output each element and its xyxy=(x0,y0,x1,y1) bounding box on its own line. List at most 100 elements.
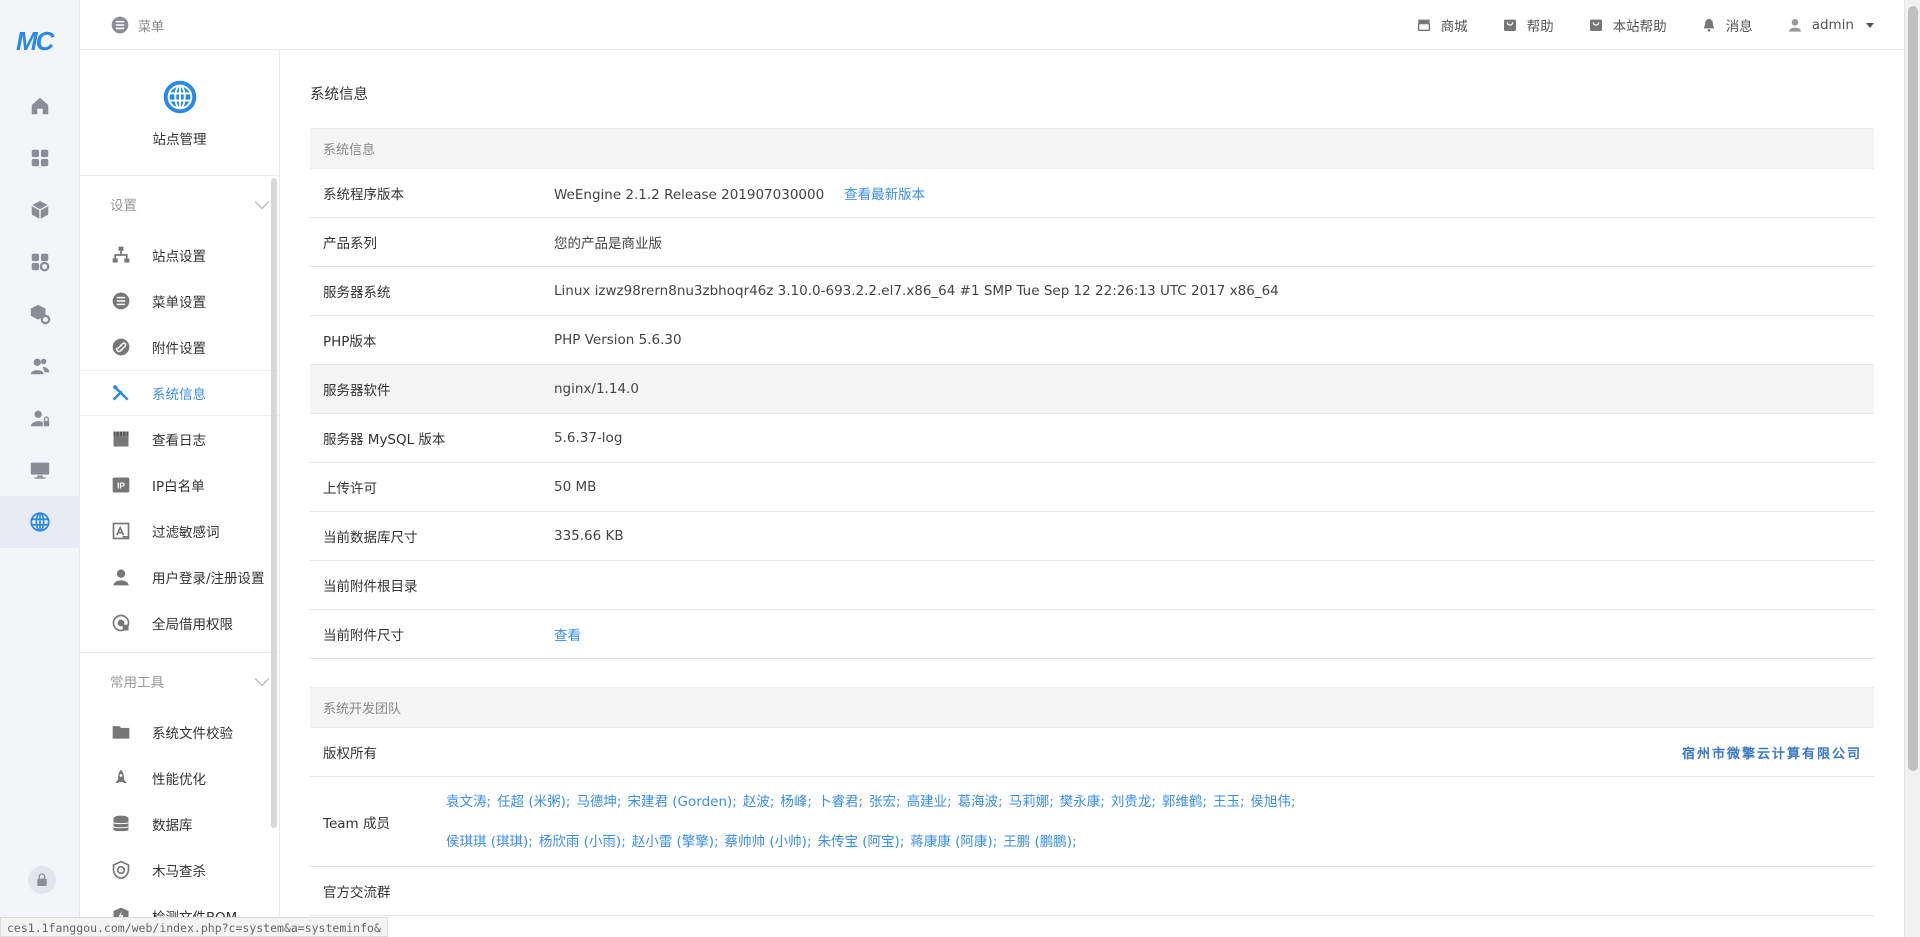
team-member-link[interactable]: 樊永康; xyxy=(1060,794,1105,810)
globe-icon[interactable] xyxy=(0,496,80,548)
sidebar-item-system-info[interactable]: 系统信息 xyxy=(80,370,279,416)
copyright-row: 版权所有 宿州市微擎云计算有限公司 xyxy=(310,728,1874,777)
user-lock-icon[interactable] xyxy=(0,392,80,444)
lock-icon[interactable] xyxy=(28,866,56,894)
team-member-link[interactable]: 高建业; xyxy=(907,794,952,810)
info-row-mysql: 服务器 MySQL 版本 5.6.37-log xyxy=(310,414,1874,463)
sidebar-item-menu-settings[interactable]: 菜单设置 xyxy=(80,278,279,324)
team-member-link[interactable]: 马德坤; xyxy=(576,794,621,810)
app-logo[interactable]: MC xyxy=(16,26,54,57)
info-key: 系统程序版本 xyxy=(323,187,404,203)
sidebar-item-ip-whitelist[interactable]: IP IP白名单 xyxy=(80,462,279,508)
sidebar-item-label: 用户登录/注册设置 xyxy=(152,571,265,587)
info-key: 产品系列 xyxy=(323,236,377,252)
nav-messages[interactable]: 消息 xyxy=(1701,15,1753,35)
nav-site-help-label: 本站帮助 xyxy=(1612,19,1667,35)
page-scrollbar[interactable] xyxy=(1904,0,1920,937)
info-key: 服务器 MySQL 版本 xyxy=(323,432,446,448)
team-member-link[interactable]: 袁文涛; xyxy=(446,794,491,810)
team-member-link[interactable]: 赵波; xyxy=(743,794,775,810)
team-member-link[interactable]: 朱传宝 (阿宝); xyxy=(818,834,905,850)
site-header: 站点管理 xyxy=(80,50,279,176)
sidebar-item-performance[interactable]: 性能优化 xyxy=(80,755,279,801)
team-member-link[interactable]: 蒋康康 (阿康); xyxy=(910,834,997,850)
team-member-link[interactable]: 刘贵龙; xyxy=(1111,794,1156,810)
team-member-link[interactable]: 张宏; xyxy=(869,794,901,810)
monitor-icon[interactable] xyxy=(0,444,80,496)
view-attachment-size-link[interactable]: 查看 xyxy=(554,628,581,644)
cube-icon[interactable] xyxy=(0,184,80,236)
team-member-link[interactable]: 任超 (米粥); xyxy=(497,794,570,810)
team-member-link[interactable]: 马莉娜; xyxy=(1009,794,1054,810)
info-row-server-os: 服务器系统 Linux izwz98rern8nu3zbhoqr46z 3.10… xyxy=(310,267,1874,316)
shield-scan-icon xyxy=(110,859,132,881)
module-settings-icon[interactable] xyxy=(0,288,80,340)
menu-list-icon xyxy=(111,16,129,34)
info-key: 服务器系统 xyxy=(323,285,391,301)
sidebar-item-attachment-settings[interactable]: 附件设置 xyxy=(80,324,279,370)
sidebar-scrollbar[interactable] xyxy=(271,178,277,828)
team-member-link[interactable]: 侯琪琪 (琪琪); xyxy=(446,834,533,850)
members-line: 袁文涛; 任超 (米粥); 马德坤; 宋建君 (Gorden); 赵波; 杨峰; 卜睿君; 张… xyxy=(446,782,1874,822)
svg-text:IP: IP xyxy=(117,480,125,490)
nav-store-label: 商城 xyxy=(1440,19,1468,35)
sidebar-item-label: IP白名单 xyxy=(152,479,205,495)
home-icon[interactable] xyxy=(0,80,80,132)
company-link[interactable]: 宿州市微擎云计算有限公司 xyxy=(1682,743,1862,762)
page-scrollbar-thumb[interactable] xyxy=(1908,6,1918,771)
team-label: Team 成员 xyxy=(323,815,390,832)
sidebar-item-trojan-scan[interactable]: 木马查杀 xyxy=(80,847,279,893)
sidebar-item-file-check[interactable]: 系统文件校验 xyxy=(80,709,279,755)
menu-toggle[interactable]: 菜单 xyxy=(110,15,164,35)
sidebar-item-filter-words[interactable]: 过滤敏感词 xyxy=(80,508,279,554)
sidebar-item-label: 菜单设置 xyxy=(152,295,206,311)
team-member-link[interactable]: 赵小雷 (擎擎); xyxy=(632,834,719,850)
tools-icon xyxy=(110,382,132,404)
info-row-upload-limit: 上传许可 50 MB xyxy=(310,463,1874,512)
sidebar-item-user-login-settings[interactable]: 用户登录/注册设置 xyxy=(80,554,279,600)
site-title: 站点管理 xyxy=(152,132,207,148)
team-member-link[interactable]: 葛海波; xyxy=(958,794,1003,810)
ip-icon: IP xyxy=(110,474,132,496)
info-row-attach-size: 当前附件尺寸 查看 xyxy=(310,610,1874,659)
list-icon xyxy=(110,290,132,312)
nav-store[interactable]: 商城 xyxy=(1416,15,1468,35)
info-row-php: PHP版本 PHP Version 5.6.30 xyxy=(310,316,1874,365)
sidebar-item-global-permission[interactable]: 全局借用权限 xyxy=(80,600,279,646)
apps-settings-icon[interactable] xyxy=(0,236,80,288)
system-info-panel: 系统信息 系统程序版本 WeEngine 2.1.2 Release 20190… xyxy=(310,128,1874,659)
team-member-link[interactable]: 卜睿君; xyxy=(818,794,863,810)
user-menu[interactable]: admin xyxy=(1787,17,1874,33)
team-member-link[interactable]: 杨峰; xyxy=(780,794,812,810)
apps-icon[interactable] xyxy=(0,132,80,184)
page-title: 系统信息 xyxy=(310,87,368,103)
team-member-link[interactable]: 杨欣雨 (小雨); xyxy=(539,834,626,850)
sidebar-item-label: 查看日志 xyxy=(152,433,206,449)
info-value: WeEngine 2.1.2 Release 201907030000 xyxy=(554,187,825,203)
info-key: 上传许可 xyxy=(323,481,377,497)
team-member-link[interactable]: 王鹏 (鹏鹏); xyxy=(1003,834,1076,850)
team-member-link[interactable]: 王玉; xyxy=(1213,794,1245,810)
team-member-link[interactable]: 郭维鹤; xyxy=(1162,794,1207,810)
nav-help[interactable]: 帮助 xyxy=(1502,15,1554,35)
help-bag-icon xyxy=(1503,19,1516,31)
sitemap-icon xyxy=(110,244,132,266)
team-member-link[interactable]: 侯旭伟; xyxy=(1251,794,1296,810)
team-member-link[interactable]: 蔡帅帅 (小帅); xyxy=(725,834,812,850)
section-settings-label: 设置 xyxy=(110,198,137,214)
nav-site-help[interactable]: 本站帮助 xyxy=(1588,15,1667,35)
check-latest-version-link[interactable]: 查看最新版本 xyxy=(844,187,925,203)
sidebar-item-database[interactable]: 数据库 xyxy=(80,801,279,847)
folder-icon xyxy=(110,721,132,743)
top-nav: 商城 帮助 本站帮助 消息 admin xyxy=(1416,0,1874,50)
chevron-down-icon xyxy=(254,194,270,209)
info-row-db-size: 当前数据库尺寸 335.66 KB xyxy=(310,512,1874,561)
database-icon xyxy=(110,813,132,835)
panel-header: 系统开发团队 xyxy=(310,687,1874,728)
section-settings-title[interactable]: 设置 xyxy=(80,176,279,232)
users-icon[interactable] xyxy=(0,340,80,392)
sidebar-item-site-settings[interactable]: 站点设置 xyxy=(80,232,279,278)
team-member-link[interactable]: 宋建君 (Gorden); xyxy=(628,794,737,810)
section-tools-title[interactable]: 常用工具 xyxy=(80,653,279,709)
sidebar-item-view-logs[interactable]: 查看日志 xyxy=(80,416,279,462)
